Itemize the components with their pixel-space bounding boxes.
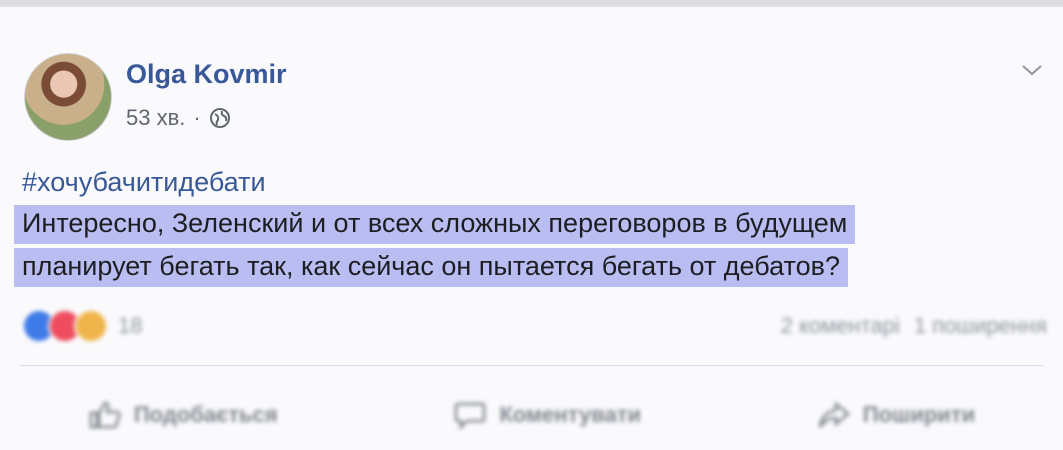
reactions-summary[interactable]: 18 — [22, 309, 142, 343]
post-text-line: планирует бегать так, как сейчас он пыта… — [14, 248, 848, 287]
globe-icon[interactable] — [209, 107, 231, 129]
post-text: Интересно, Зеленский и от всех сложных п… — [14, 205, 974, 291]
avatar[interactable] — [24, 53, 112, 141]
reaction-count: 18 — [118, 313, 143, 338]
share-label: Поширити — [862, 402, 976, 427]
share-button[interactable]: Поширити — [817, 400, 975, 430]
comment-button[interactable]: Коментувати — [453, 400, 641, 430]
shares-count[interactable]: 1 поширення — [914, 313, 1047, 339]
post-timestamp[interactable]: 53 хв. — [126, 105, 185, 131]
wow-reaction-icon — [74, 309, 108, 343]
like-label: Подобається — [133, 402, 278, 427]
comment-icon — [455, 402, 486, 430]
hashtag-link[interactable]: #хочубачитидебати — [22, 167, 266, 198]
comment-label: Коментувати — [499, 402, 642, 427]
divider — [20, 365, 1043, 366]
post-text-line: Интересно, Зеленский и от всех сложных п… — [14, 205, 856, 244]
chevron-down-icon[interactable] — [1021, 63, 1043, 77]
share-icon — [818, 401, 850, 428]
like-button[interactable]: Подобається — [88, 400, 278, 430]
comments-count[interactable]: 2 коментарі — [781, 313, 900, 339]
post-meta: 53 хв. · — [126, 105, 231, 131]
thumbs-up-icon — [89, 401, 121, 429]
post-card: Olga Kovmir 53 хв. · #хочубачитидебати И… — [0, 6, 1063, 450]
engagement-counts: 2 коментарі 1 поширення — [781, 313, 1047, 339]
meta-separator: · — [193, 105, 201, 130]
author-name[interactable]: Olga Kovmir — [126, 59, 287, 90]
action-bar: Подобається Коментувати Поширити — [0, 387, 1063, 443]
